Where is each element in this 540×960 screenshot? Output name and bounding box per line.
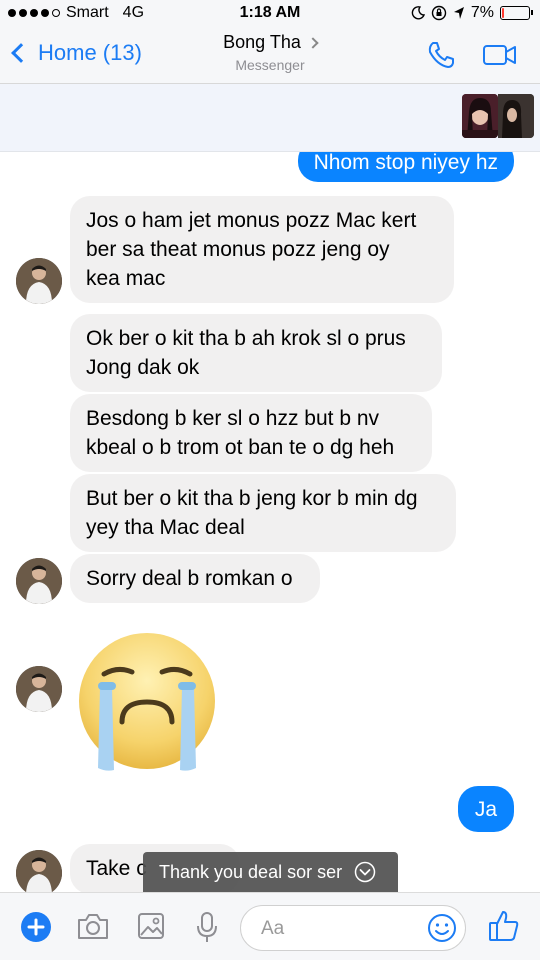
photo-gallery-icon[interactable] bbox=[136, 911, 166, 941]
camera-icon[interactable] bbox=[76, 911, 110, 941]
message-line: kea mac bbox=[86, 267, 166, 290]
location-arrow-icon bbox=[453, 7, 464, 19]
message-line: Jos o ham jet monus pozz Mac kert bbox=[86, 209, 417, 232]
status-right: 7% bbox=[411, 4, 533, 22]
contact-avatar[interactable] bbox=[16, 666, 62, 712]
message-line: Sorry deal b romkan o bbox=[86, 567, 293, 590]
back-label: Home (13) bbox=[38, 40, 142, 65]
message-line: Ok ber o kit tha b ah krok sl o prus bbox=[86, 327, 406, 350]
message-text: Ja bbox=[474, 797, 498, 821]
message-composer: Aa bbox=[0, 892, 540, 960]
conversation-header: Home (13) Bong Tha Messenger bbox=[0, 28, 540, 84]
contact-avatar[interactable] bbox=[16, 258, 62, 304]
message-line: Besdong b ker sl o hzz but b nv bbox=[86, 407, 380, 430]
microphone-icon[interactable] bbox=[194, 911, 220, 945]
contact-title[interactable]: Bong Tha Messenger bbox=[170, 32, 370, 73]
message-bubble-incoming[interactable]: Besdong b ker sl o hzz but b nv kbeal o … bbox=[70, 394, 432, 472]
message-text: Take c bbox=[86, 857, 147, 880]
phone-call-icon[interactable] bbox=[426, 40, 456, 70]
video-call-icon[interactable] bbox=[482, 40, 518, 70]
header-actions bbox=[426, 40, 518, 70]
contact-subtitle: Messenger bbox=[235, 57, 305, 73]
message-line: Jong dak ok bbox=[86, 356, 200, 379]
message-line: kbeal o b trom ot ban te o dg heh bbox=[86, 436, 395, 459]
battery-fill bbox=[502, 8, 504, 18]
moon-icon bbox=[411, 6, 425, 20]
battery-percent: 7% bbox=[470, 4, 494, 21]
rotation-lock-icon bbox=[431, 5, 447, 21]
plus-icon[interactable] bbox=[20, 911, 52, 943]
message-input-placeholder: Aa bbox=[261, 918, 285, 939]
message-bubble-outgoing[interactable]: Ja bbox=[458, 786, 514, 832]
back-button[interactable]: Home (13) bbox=[11, 40, 142, 66]
seen-by-strip bbox=[0, 84, 540, 152]
message-bubble-incoming[interactable]: Sorry deal b romkan o bbox=[70, 554, 320, 603]
emoji-icon[interactable] bbox=[427, 913, 457, 943]
thumbs-up-icon[interactable] bbox=[488, 909, 520, 943]
message-bubble-outgoing[interactable]: Nhom stop niyey hz bbox=[297, 152, 514, 182]
message-bubble-incoming[interactable]: But ber o kit tha b jeng kor b min dg ye… bbox=[70, 474, 456, 552]
chevron-left-icon bbox=[11, 43, 31, 63]
message-list[interactable]: Nhom stop niyey hz Jos o ham jet monus p… bbox=[0, 152, 540, 892]
seen-avatar bbox=[462, 94, 498, 138]
contact-avatar[interactable] bbox=[16, 850, 62, 892]
message-input[interactable]: Aa bbox=[240, 905, 466, 951]
toast-text: Thank you deal sor ser bbox=[159, 861, 343, 882]
contact-avatar[interactable] bbox=[16, 558, 62, 604]
smart-reply-toast[interactable]: Thank you deal sor ser bbox=[143, 852, 398, 892]
battery-icon bbox=[500, 6, 533, 20]
message-line: yey tha Mac deal bbox=[86, 516, 245, 539]
message-bubble-incoming[interactable]: Jos o ham jet monus pozz Mac kert ber sa… bbox=[70, 196, 454, 303]
message-bubble-incoming[interactable]: Ok ber o kit tha b ah krok sl o prus Jon… bbox=[70, 314, 442, 392]
status-bar: Smart 4G 1:18 AM 7% bbox=[0, 0, 540, 28]
message-line: But ber o kit tha b jeng kor b min dg bbox=[86, 487, 418, 510]
chevron-down-circle-icon[interactable] bbox=[354, 861, 376, 883]
message-line: ber sa theat monus pozz jeng oy bbox=[86, 238, 390, 261]
crying-face-sticker[interactable] bbox=[76, 630, 218, 772]
contact-name: Bong Tha bbox=[223, 32, 301, 52]
seen-avatar bbox=[498, 94, 534, 138]
message-text: Nhom stop niyey hz bbox=[313, 152, 498, 174]
chevron-right-icon bbox=[307, 37, 319, 49]
